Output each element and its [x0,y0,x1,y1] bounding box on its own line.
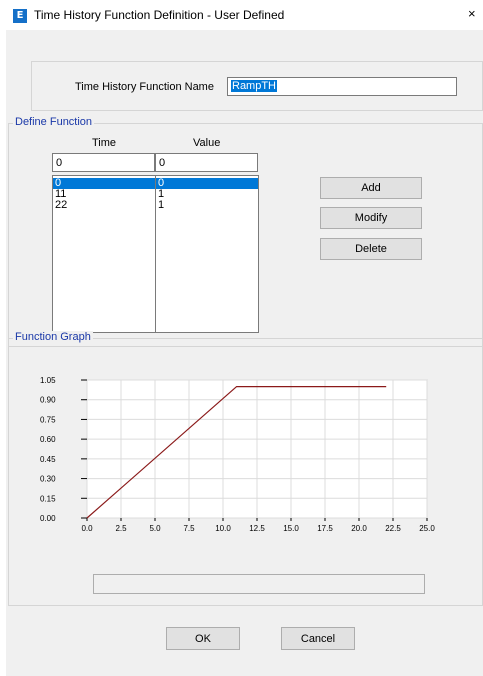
function-graph-chart: 0.00 0.15 0.30 0.45 0.60 0.75 0.90 1.05 0.0 2.5 5… [40,376,435,533]
x-tick-label: 7.5 [183,524,195,533]
value-input[interactable] [155,153,258,172]
x-tick-label: 2.5 [115,524,127,533]
ok-button[interactable]: OK [166,627,240,650]
y-tick-label: 0.15 [40,494,56,503]
time-list-item[interactable]: 22 [53,200,155,211]
define-function-label: Define Function [13,116,95,128]
value-list[interactable]: 0 1 1 [155,175,259,333]
close-icon[interactable]: × [468,6,476,21]
x-tick-label: 22.5 [385,524,401,533]
time-list-item[interactable]: 11 [53,189,155,200]
dialog-body: Time History Function Name RampTH Define… [6,30,483,676]
y-tick-label: 1.05 [40,376,56,385]
x-tick-label: 25.0 [419,524,435,533]
cancel-button[interactable]: Cancel [281,627,355,650]
column-header-value: Value [193,137,221,149]
x-tick-label: 10.0 [215,524,231,533]
time-list-item[interactable]: 0 [53,178,155,189]
column-header-time: Time [92,137,117,149]
add-button[interactable]: Add [320,177,422,199]
function-graph-label: Function Graph [13,331,93,343]
x-tick-label: 15.0 [283,524,299,533]
y-tick-label: 0.00 [40,514,56,523]
value-list-item[interactable]: 1 [156,200,258,211]
graph-scrollbar[interactable] [93,574,425,594]
modify-button[interactable]: Modify [320,207,422,229]
y-tick-label: 0.75 [40,415,56,424]
title-bar: E Time History Function Definition - Use… [0,0,483,30]
y-tick-label: 0.45 [40,455,56,464]
value-list-item[interactable]: 1 [156,189,258,200]
x-tick-label: 12.5 [249,524,265,533]
x-tick-label: 20.0 [351,524,367,533]
etabs-app-icon: E [13,9,27,23]
window-title: Time History Function Definition - User … [34,8,285,22]
function-name-label: Time History Function Name [75,81,214,93]
time-list[interactable]: 0 11 22 [52,175,156,333]
y-tick-label: 0.60 [40,435,56,444]
function-name-value: RampTH [231,80,278,92]
x-tick-label: 0.0 [81,524,93,533]
function-name-input[interactable]: RampTH [227,77,457,96]
y-tick-label: 0.90 [40,396,56,405]
y-tick-label: 0.30 [40,475,56,484]
time-input[interactable] [52,153,155,172]
delete-button[interactable]: Delete [320,238,422,260]
value-list-item[interactable]: 0 [156,178,258,189]
x-tick-label: 5.0 [149,524,161,533]
x-tick-label: 17.5 [317,524,333,533]
